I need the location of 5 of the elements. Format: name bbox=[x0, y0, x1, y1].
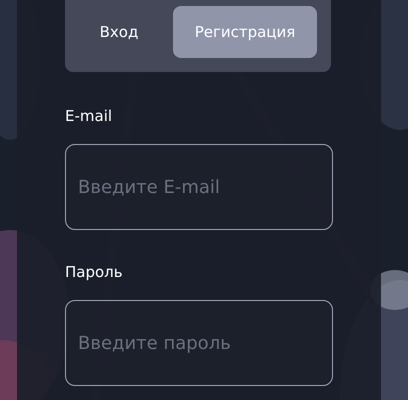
tab[interactable]: Вход bbox=[71, 6, 167, 58]
field-label: E-mail bbox=[65, 106, 114, 126]
input-field[interactable]: Введите пароль bbox=[65, 300, 333, 386]
input-field[interactable]: Введите E-mail bbox=[65, 144, 333, 230]
field-label: Пароль bbox=[65, 262, 124, 282]
